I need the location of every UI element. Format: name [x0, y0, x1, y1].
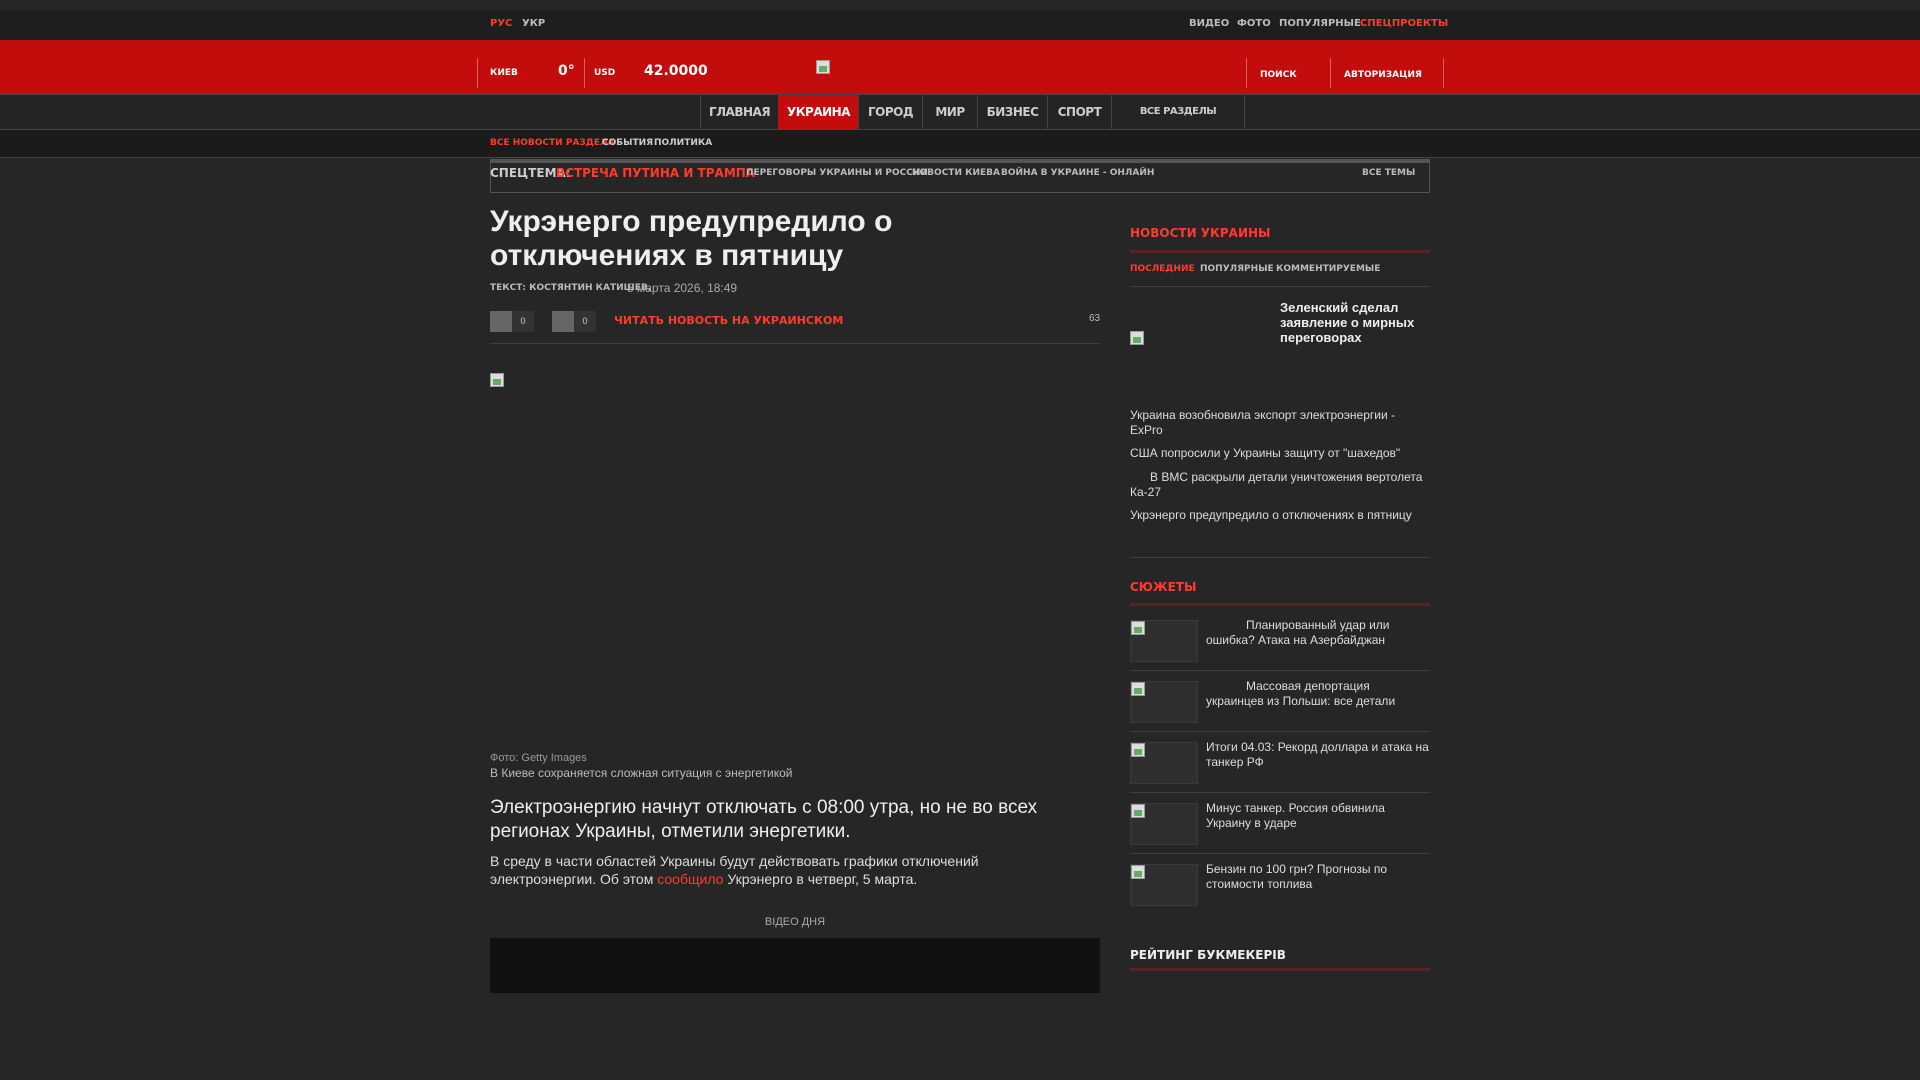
tab-commented[interactable]: КОММЕНТИРУЕМЫЕ — [1276, 264, 1380, 274]
article-body: В среду в части областей Украины будут д… — [490, 852, 1050, 888]
story-divider — [1130, 853, 1430, 854]
story-image-icon — [1131, 865, 1145, 879]
story-link-4[interactable]: Минус танкер. Россия обвинила Украину в … — [1206, 801, 1430, 831]
news-list-divider — [1130, 557, 1430, 558]
story-link-2[interactable]: Массовая депортация украинцев из Польши:… — [1206, 679, 1430, 709]
article-lead: Электроэнергию начнут отключать с 08:00 … — [490, 797, 1038, 842]
special-link-negotiations[interactable]: ПЕРЕГОВОРЫ УКРАИНЫ И РОССИИ — [746, 168, 928, 178]
featured-news-link[interactable]: Зеленский сделал заявление о мирных пере… — [1280, 300, 1430, 345]
tabs-divider — [1130, 286, 1430, 287]
story-image-icon — [1131, 621, 1145, 635]
lang-uk-link[interactable]: УКР — [522, 18, 545, 29]
article-date: 5 марта 2026, 18:49 — [627, 281, 738, 295]
sub-nav — [0, 130, 1920, 158]
source-link[interactable]: сообщило — [657, 871, 723, 887]
tab-latest[interactable]: ПОСЛЕДНИЕ — [1130, 264, 1195, 274]
story-divider — [1130, 731, 1430, 732]
video-link[interactable]: ВИДЕО — [1189, 18, 1229, 29]
story-thumb-4[interactable] — [1130, 803, 1198, 845]
story-link-5[interactable]: Бензин по 100 грн? Прогнозы по стоимости… — [1206, 862, 1430, 892]
video-of-day-label: ВІДЕО ДНЯ — [764, 916, 826, 928]
currency-rate: 42.0000 — [644, 63, 708, 79]
story-thumb-3[interactable] — [1130, 742, 1198, 784]
story-image-icon — [1131, 743, 1145, 757]
story-image-icon — [1131, 682, 1145, 696]
top-bar — [0, 10, 1920, 40]
share-facebook-count: 0 — [512, 311, 534, 332]
popular-link[interactable]: ПОПУЛЯРНЫЕ — [1279, 18, 1361, 29]
photo-link[interactable]: ФОТО — [1237, 18, 1271, 29]
sidebar-rating-title: РЕЙТИНГ БУКМЕКЕРІВ — [1130, 948, 1286, 962]
photo-caption: В Киеве сохраняется сложная ситуация с э… — [490, 766, 793, 780]
story-image-icon — [1131, 804, 1145, 818]
sidebar-stories-underline — [1130, 603, 1430, 606]
nav-world[interactable]: МИР — [922, 95, 977, 129]
read-ukrainian-link[interactable]: ЧИТАТЬ НОВОСТЬ НА УКРАИНСКОМ — [614, 314, 843, 327]
story-thumb-2[interactable] — [1130, 681, 1198, 723]
body-text-2: Укрэнерго в четверг, 5 марта. — [723, 871, 918, 887]
lang-ru-link[interactable]: РУС — [490, 18, 512, 29]
news-item-3[interactable]: В ВМС раскрыли детали уничтожения вертол… — [1130, 470, 1430, 500]
photo-credit: Фото: Getty Images — [490, 752, 587, 764]
special-projects-link[interactable]: СПЕЦПРОЕКТЫ — [1360, 18, 1448, 29]
comments-count[interactable]: 63 — [1089, 313, 1100, 324]
sidebar-news-title: НОВОСТИ УКРАИНЫ — [1130, 226, 1271, 240]
news-item-1[interactable]: Украина возобновила экспорт электроэнерг… — [1130, 408, 1430, 438]
video-player[interactable] — [490, 938, 1100, 993]
header-bar — [0, 40, 1920, 94]
article-divider — [490, 343, 1100, 344]
nav-all-sections[interactable]: ВСЕ РАЗДЕЛЫ — [1111, 95, 1245, 129]
special-topic-link[interactable]: ВСТРЕЧА ПУТИНА И ТРАМПА — [556, 166, 755, 180]
story-divider — [1130, 792, 1430, 793]
news-item-4[interactable]: Укрэнерго предупредило о отключениях в п… — [1130, 508, 1430, 523]
tab-popular[interactable]: ПОПУЛЯРНЫЕ — [1200, 264, 1274, 274]
sidebar-news-underline — [1130, 250, 1430, 253]
search-button[interactable]: ПОИСК — [1260, 70, 1297, 80]
news-item-2[interactable]: США попросили у Украины защиту от "шахед… — [1130, 446, 1430, 461]
weather-city: КИЕВ — [490, 68, 518, 78]
article-image — [490, 373, 504, 387]
subnav-all-news[interactable]: ВСЕ НОВОСТИ РАЗДЕЛА — [490, 138, 614, 148]
story-link-3[interactable]: Итоги 04.03: Рекорд доллара и атака на т… — [1206, 740, 1430, 770]
subnav-politics[interactable]: ПОЛИТИКА — [654, 138, 712, 148]
nav-main[interactable]: ГЛАВНАЯ — [700, 95, 778, 129]
sidebar-rating-underline — [1130, 968, 1430, 971]
subnav-events[interactable]: СОБЫТИЯ — [602, 138, 653, 148]
share-telegram-count: 0 — [574, 311, 596, 332]
nav-ukraine[interactable]: УКРАИНА — [778, 95, 858, 129]
story-link-1[interactable]: Планированный удар или ошибка? Атака на … — [1206, 618, 1430, 648]
special-all-topics[interactable]: ВСЕ ТЕМЫ — [1362, 168, 1415, 178]
nav-sport[interactable]: СПОРТ — [1047, 95, 1111, 129]
auth-button[interactable]: АВТОРИЗАЦИЯ — [1344, 70, 1422, 80]
story-thumb-1[interactable] — [1130, 620, 1198, 662]
special-link-war[interactable]: ВОЙНА В УКРАИНЕ - ОНЛАЙН — [1001, 168, 1154, 178]
main-nav: ГЛАВНАЯ УКРАИНА ГОРОД МИР БИЗНЕС СПОРТ В… — [0, 94, 1920, 130]
nav-business[interactable]: БИЗНЕС — [977, 95, 1047, 129]
featured-news-image[interactable] — [1130, 331, 1144, 345]
story-thumb-5[interactable] — [1130, 864, 1198, 906]
story-divider — [1130, 670, 1430, 671]
nav-city[interactable]: ГОРОД — [858, 95, 922, 129]
currency-code: USD — [594, 68, 616, 78]
share-facebook-button[interactable] — [490, 311, 512, 332]
special-link-kyiv[interactable]: НОВОСТИ КИЕВА — [912, 168, 1000, 178]
site-logo[interactable] — [816, 60, 830, 74]
share-telegram-button[interactable] — [552, 311, 574, 332]
article-title: Укрэнерго предупредило о отключениях в п… — [490, 205, 893, 272]
sidebar-stories-title: СЮЖЕТЫ — [1130, 580, 1197, 594]
weather-temp: 0° — [558, 63, 575, 79]
